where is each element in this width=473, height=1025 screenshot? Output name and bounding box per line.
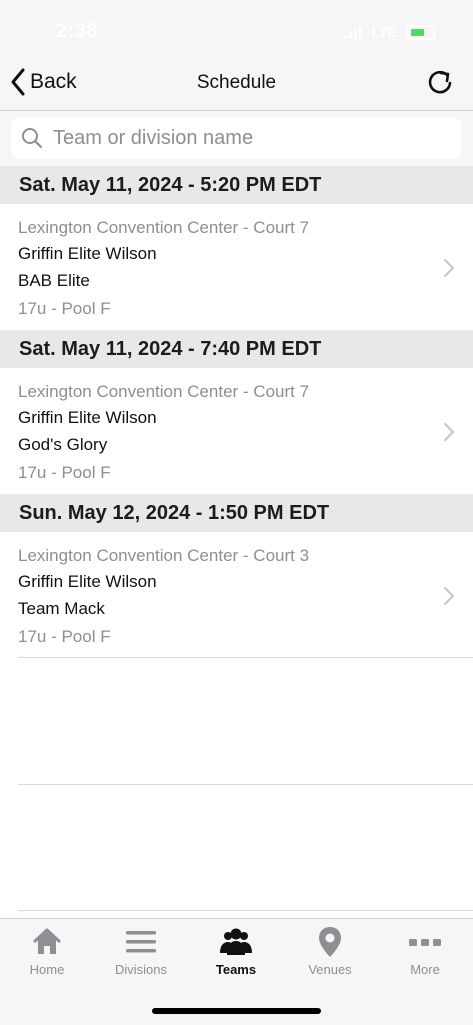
- date-section-header: Sat. May 11, 2024 - 7:40 PM EDT: [0, 330, 473, 368]
- row-separator: [18, 784, 473, 785]
- chevron-right-icon: [444, 587, 454, 605]
- chevron-right-icon: [444, 259, 454, 277]
- tab-divisions[interactable]: Divisions: [94, 925, 188, 985]
- search-input[interactable]: [51, 125, 445, 151]
- tab-teams[interactable]: Teams: [189, 925, 283, 985]
- tab-home[interactable]: Home: [0, 925, 94, 985]
- row-separator: [18, 657, 473, 658]
- opponent-name: Team Mack: [18, 599, 105, 618]
- row-separator: [18, 910, 473, 911]
- tab-label: More: [410, 962, 440, 977]
- tab-more[interactable]: More: [378, 925, 472, 985]
- home-indicator: [152, 1008, 321, 1014]
- page-title: Schedule: [196, 72, 277, 93]
- division-label: 17u - Pool F: [18, 463, 111, 482]
- team-name: Griffin Elite Wilson: [18, 244, 157, 263]
- division-label: 17u - Pool F: [18, 627, 111, 646]
- battery-icon: [407, 24, 435, 40]
- tab-label: Venues: [308, 962, 352, 977]
- team-name: Griffin Elite Wilson: [18, 408, 157, 427]
- date-header-text: Sat. May 11, 2024 - 5:20 PM EDT: [19, 174, 322, 196]
- search-icon: [22, 128, 43, 149]
- team-name: Griffin Elite Wilson: [18, 572, 157, 591]
- navigation-bar: Back Schedule: [0, 58, 473, 111]
- tab-label: Teams: [215, 962, 257, 977]
- date-section-header: Sat. May 11, 2024 - 5:20 PM EDT: [0, 166, 473, 204]
- opponent-name: God's Glory: [18, 435, 108, 454]
- signal-icon: [343, 25, 362, 39]
- status-indicators: LTE: [343, 24, 435, 40]
- division-label: 17u - Pool F: [18, 299, 111, 318]
- venue-label: Lexington Convention Center - Court 7: [18, 218, 310, 237]
- home-icon: [32, 928, 62, 954]
- game-row[interactable]: Lexington Convention Center - Court 7 Gr…: [0, 204, 473, 330]
- search-field[interactable]: [11, 117, 462, 159]
- refresh-icon[interactable]: [425, 68, 455, 98]
- list-icon: [126, 931, 156, 953]
- network-label: LTE: [371, 24, 397, 40]
- date-section-header: Sun. May 12, 2024 - 1:50 PM EDT: [0, 494, 473, 532]
- opponent-name: BAB Elite: [18, 271, 90, 290]
- team-icon: [220, 928, 252, 955]
- game-row[interactable]: Lexington Convention Center - Court 7 Gr…: [0, 368, 473, 494]
- more-icon: [409, 939, 441, 946]
- status-bar: 2:38 LTE: [0, 0, 473, 58]
- status-time: 2:38: [56, 20, 99, 42]
- venue-label: Lexington Convention Center - Court 7: [18, 382, 310, 401]
- chevron-right-icon: [444, 423, 454, 441]
- venue-label: Lexington Convention Center - Court 3: [18, 546, 310, 565]
- date-header-text: Sat. May 11, 2024 - 7:40 PM EDT: [19, 338, 322, 360]
- search-bar: [0, 111, 473, 166]
- date-header-text: Sun. May 12, 2024 - 1:50 PM EDT: [19, 502, 330, 524]
- map-pin-icon: [319, 927, 341, 957]
- tab-label: Divisions: [114, 962, 167, 977]
- game-row[interactable]: Lexington Convention Center - Court 3 Gr…: [0, 532, 473, 658]
- tab-label: Home: [29, 962, 65, 977]
- tab-venues[interactable]: Venues: [283, 925, 377, 985]
